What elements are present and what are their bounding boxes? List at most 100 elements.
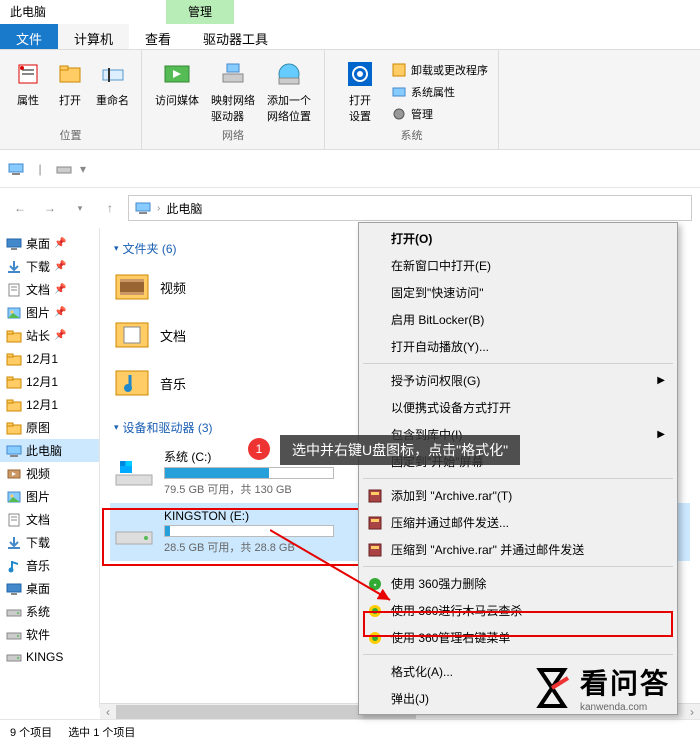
doc-folder-icon [114,317,150,353]
quick-access-bar: | ▾ [0,150,700,188]
drive-icon [114,516,154,548]
menu-item[interactable]: 以便携式设备方式打开 [361,394,675,421]
sidebar-item-12月1[interactable]: 12月1 [0,347,99,370]
settings-icon [344,58,376,90]
manage-icon [391,106,407,122]
drive-icon [114,457,154,489]
drive-capacity-bar [164,467,334,479]
sidebar-item-文档[interactable]: 文档📌 [0,278,99,301]
sidebar-item-视频[interactable]: 视频 [0,462,99,485]
sidebar-item-桌面[interactable]: 桌面📌 [0,232,99,255]
up-button[interactable]: ↑ [98,196,122,220]
add-location-button[interactable]: 添加一个 网络位置 [264,56,314,127]
access-media-button[interactable]: 访问媒体 [152,56,202,127]
sidebar-item-此电脑[interactable]: 此电脑 [0,439,99,462]
sidebar-item-下载[interactable]: 下载 [0,531,99,554]
drive-icon [6,649,22,665]
360y-icon [367,630,383,646]
pin-icon: 📌 [54,261,66,272]
rename-icon [97,58,129,90]
menu-item[interactable]: 启用 BitLocker(B) [361,306,675,333]
address-path: 此电脑 [166,200,202,217]
pc-icon [135,200,151,216]
forward-button[interactable]: → [38,196,62,220]
callout-text: 选中并右键U盘图标，点击"格式化" [280,435,520,465]
picture-icon [6,489,22,505]
menu-separator [363,654,673,655]
sidebar-item-下载[interactable]: 下载📌 [0,255,99,278]
menu-item[interactable]: 授予访问权限(G)▶ [361,367,675,394]
ribbon-group-network: 访问媒体 映射网络 驱动器 添加一个 网络位置 网络 [142,50,325,149]
folder-icon [6,397,22,413]
address-bar[interactable]: › 此电脑 [128,195,692,221]
tab-computer[interactable]: 计算机 [58,24,129,49]
sidebar-item-站长[interactable]: 站长📌 [0,324,99,347]
map-drive-button[interactable]: 映射网络 驱动器 [208,56,258,127]
sidebar-item-桌面[interactable]: 桌面 [0,577,99,600]
open-icon [54,58,86,90]
separator-icon: | [30,159,50,179]
sidebar-item-12月1[interactable]: 12月1 [0,370,99,393]
sidebar-item-软件[interactable]: 软件 [0,623,99,646]
tab-view[interactable]: 查看 [129,24,187,49]
sidebar-item-原图[interactable]: 原图 [0,416,99,439]
menu-item[interactable]: 打开自动播放(Y)... [361,333,675,360]
status-bar: 9 个项目 选中 1 个项目 [0,719,700,743]
menu-item[interactable]: 固定到"快速访问" [361,279,675,306]
sidebar-item-文档[interactable]: 文档 [0,508,99,531]
menu-item[interactable]: 添加到 "Archive.rar"(T) [361,482,675,509]
sidebar-item-图片[interactable]: 图片📌 [0,301,99,324]
ribbon-group-location: 属性 打开 重命名 位置 [0,50,142,149]
folder-icon [6,351,22,367]
menu-item[interactable]: 在新窗口中打开(E) [361,252,675,279]
ribbon: 属性 打开 重命名 位置 访问媒体 映射网络 驱动器 [0,50,700,150]
submenu-arrow-icon: ▶ [657,375,665,386]
drive-icon[interactable] [54,159,74,179]
desktop-icon [6,581,22,597]
sidebar-item-音乐[interactable]: 音乐 [0,554,99,577]
pin-icon: 📌 [54,238,66,249]
uninstall-icon [391,62,407,78]
sidebar-item-KINGS[interactable]: KINGS [0,646,99,668]
music-icon [6,558,22,574]
folder-icon [6,420,22,436]
navigation-pane[interactable]: 桌面📌下载📌文档📌图片📌站长📌12月112月112月1原图此电脑视频图片文档下载… [0,228,100,708]
rename-button[interactable]: 重命名 [94,56,131,127]
pc-icon [6,443,22,459]
title-bar: 此电脑 管理 [0,0,700,24]
system-properties-button[interactable]: 系统属性 [391,82,488,102]
ribbon-group-system: 打开 设置 卸载或更改程序 系统属性 管理 系统 [325,50,499,149]
add-location-icon [273,58,305,90]
open-button[interactable]: 打开 [52,56,88,127]
open-settings-button[interactable]: 打开 设置 [335,56,385,127]
manage-contextual-tab[interactable]: 管理 [166,0,234,24]
sidebar-item-图片[interactable]: 图片 [0,485,99,508]
recent-dropdown[interactable]: ▾ [68,196,92,220]
sysprops-icon [391,84,407,100]
manage-button[interactable]: 管理 [391,104,488,124]
pin-icon: 📌 [54,284,66,295]
pin-icon: 📌 [54,330,66,341]
pin-icon: 📌 [54,307,66,318]
picture-icon [6,305,22,321]
menu-item[interactable]: 使用 360管理右键菜单 [361,624,675,651]
uninstall-button[interactable]: 卸载或更改程序 [391,60,488,80]
sidebar-item-系统[interactable]: 系统 [0,600,99,623]
menu-item[interactable]: 打开(O) [361,225,675,252]
video-folder-icon [114,269,150,305]
properties-button[interactable]: 属性 [10,56,46,127]
music-folder-icon [114,365,150,401]
rar-icon [367,488,383,504]
tab-drive-tools[interactable]: 驱动器工具 [187,24,284,49]
status-item-count: 9 个项目 [10,724,52,740]
drive-icon [6,627,22,643]
ribbon-tabs: 文件 计算机 查看 驱动器工具 [0,24,700,50]
drive-icon [6,604,22,620]
sidebar-item-12月1[interactable]: 12月1 [0,393,99,416]
tab-file[interactable]: 文件 [0,24,58,49]
download-icon [6,259,22,275]
callout-badge: 1 [248,438,270,460]
back-button[interactable]: ← [8,196,32,220]
annotation-arrow [270,520,410,620]
pc-icon[interactable] [6,159,26,179]
